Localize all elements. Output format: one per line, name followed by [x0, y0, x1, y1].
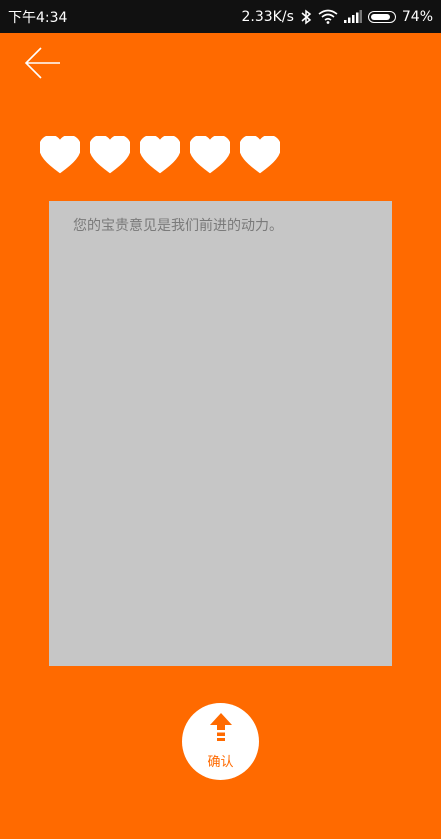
status-time: 下午4:34	[8, 9, 68, 26]
battery-icon	[367, 10, 396, 23]
wifi-icon	[318, 9, 338, 24]
upload-arrow-icon	[209, 713, 232, 749]
status-indicators: 2.33K/s 74%	[242, 9, 434, 25]
signal-icon	[343, 10, 362, 23]
heart-icon[interactable]	[188, 134, 232, 174]
heart-icon[interactable]	[138, 134, 182, 174]
rating-stars	[38, 134, 282, 174]
arrow-left-icon	[23, 46, 61, 84]
confirm-label: 确认	[207, 755, 234, 770]
heart-icon[interactable]	[38, 134, 82, 174]
back-button[interactable]	[22, 46, 62, 84]
status-bar: 下午4:34 2.33K/s 74%	[0, 0, 441, 33]
heart-icon[interactable]	[238, 134, 282, 174]
network-speed: 2.33K/s	[241, 8, 294, 25]
confirm-button[interactable]: 确认	[182, 703, 259, 780]
feedback-input[interactable]	[73, 215, 368, 652]
feedback-panel	[49, 201, 392, 666]
bluetooth-icon	[300, 9, 312, 25]
heart-icon[interactable]	[88, 134, 132, 174]
battery-level: 74%	[401, 8, 433, 25]
